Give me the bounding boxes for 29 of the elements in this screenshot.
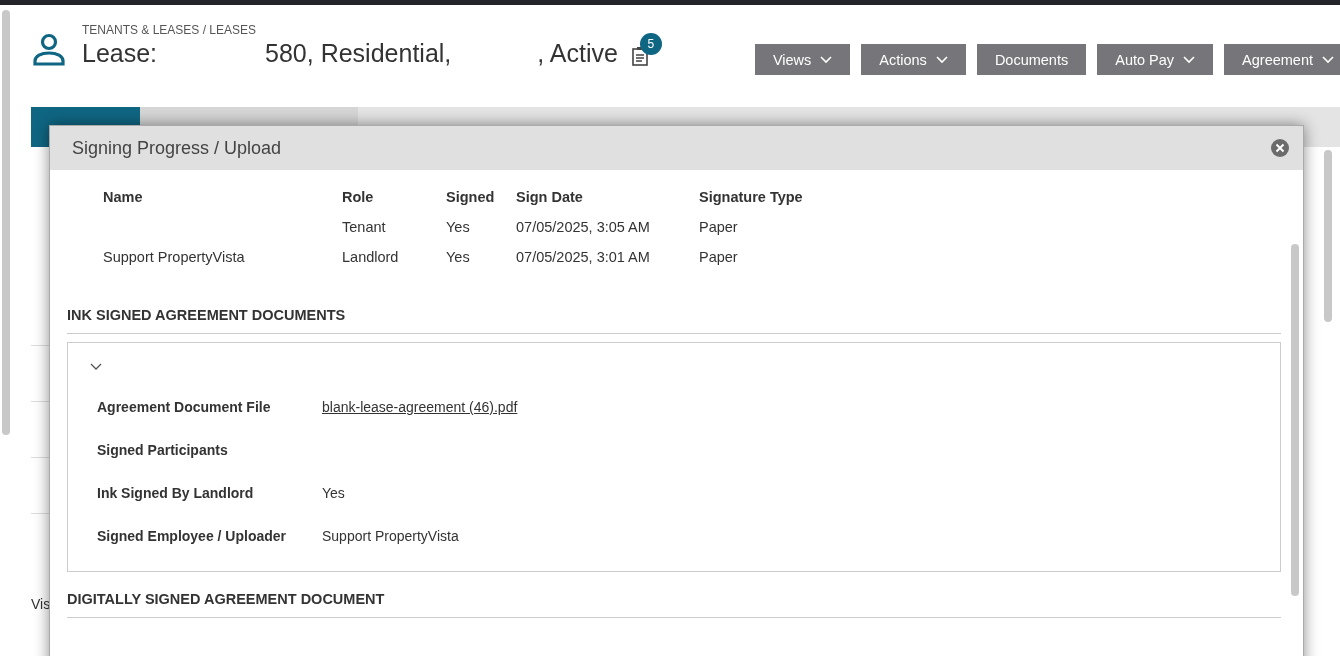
- table-cell: 07/05/2025, 3:01 AM: [516, 249, 650, 265]
- field-label: Signed Employee / Uploader: [97, 526, 287, 546]
- section-heading: INK SIGNED AGREEMENT DOCUMENTS: [67, 272, 1281, 334]
- column-header: Name: [103, 189, 143, 205]
- table-cell: Yes: [446, 249, 470, 265]
- breadcrumb: TENANTS & LEASES / LEASES: [82, 23, 258, 37]
- column-header: Role: [342, 189, 374, 205]
- field-value: Support PropertyVista: [322, 526, 459, 546]
- table-cell: 07/05/2025, 3:05 AM: [516, 219, 650, 235]
- section-heading: DIGITALLY SIGNED AGREEMENT DOCUMENT: [67, 572, 1281, 618]
- column-header: Signed: [446, 189, 495, 205]
- column-header: Signature Type: [699, 189, 803, 205]
- table-cell: Paper: [699, 249, 738, 265]
- table-cell: Tenant: [342, 219, 386, 235]
- table-cell: Landlord: [342, 249, 399, 265]
- table-cell: Yes: [446, 219, 470, 235]
- field-label: Vis: [31, 596, 51, 612]
- field-label: Agreement Document File: [97, 397, 271, 417]
- page-title: 580, Residential,: [265, 39, 452, 68]
- count-badge: 5: [639, 32, 662, 55]
- table-cell: Paper: [699, 219, 738, 235]
- field-label: Ink Signed By Landlord: [97, 483, 254, 503]
- field-label: Signed Participants: [97, 440, 228, 460]
- dialog-title: Signing Progress / Upload: [72, 137, 282, 159]
- column-header: Sign Date: [516, 189, 583, 205]
- table-cell: Support PropertyVista: [103, 249, 245, 265]
- page-title: , Active: [537, 39, 618, 68]
- field-value: Yes: [322, 483, 345, 503]
- page-title: Lease:: [82, 39, 158, 68]
